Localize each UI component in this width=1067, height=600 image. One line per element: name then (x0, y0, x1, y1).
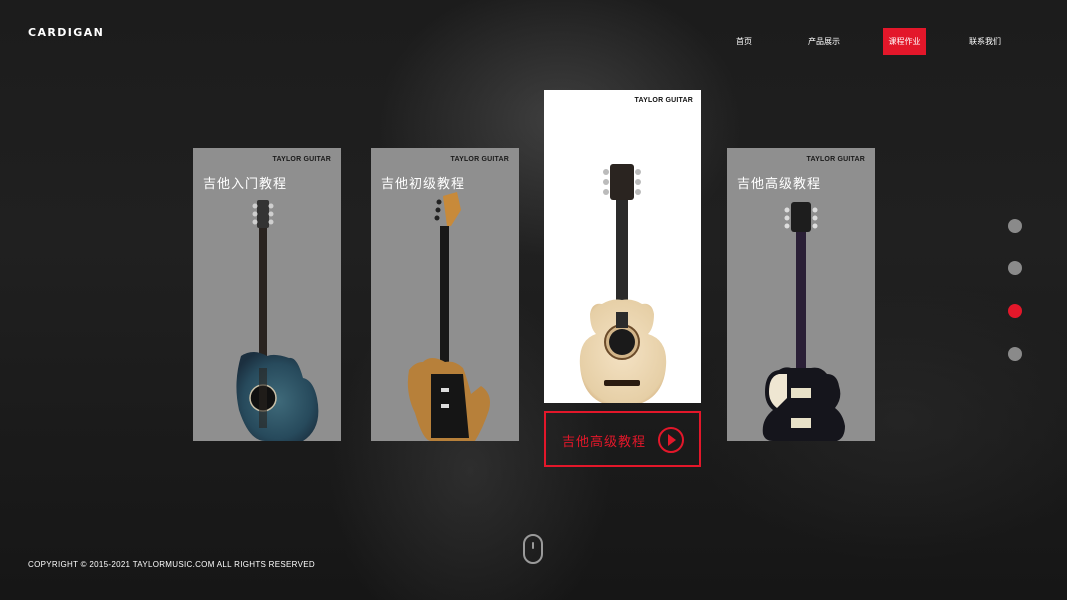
copyright-text: COPYRIGHT © 2015-2021 TAYLORMUSIC.COM AL… (28, 560, 315, 569)
pager-dot-2[interactable] (1008, 261, 1022, 275)
card-title: 吉他初级教程 (381, 177, 466, 192)
nav-item-home[interactable]: 首页 (726, 28, 762, 55)
card-brand: TAYLOR GUITAR (806, 156, 865, 163)
card-title: 吉他高级教程 (737, 177, 822, 192)
card-brand: TAYLOR GUITAR (272, 156, 331, 163)
course-card-elementary[interactable]: TAYLOR GUITAR 吉他初级教程 (371, 148, 519, 441)
play-course-label: 吉他高级教程 (562, 435, 647, 450)
card-brand: TAYLOR GUITAR (634, 97, 693, 104)
card-brand: TAYLOR GUITAR (450, 156, 509, 163)
nav-item-contact[interactable]: 联系我们 (961, 28, 1009, 55)
pager-dot-4[interactable] (1008, 347, 1022, 361)
main-nav: 首页 产品展示 课程作业 联系我们 (0, 28, 1067, 55)
card-title: 吉他入门教程 (203, 177, 288, 192)
hero-section: CARDIGAN 首页 产品展示 课程作业 联系我们 TAYLOR GUITAR (0, 0, 1067, 600)
play-course-button[interactable]: 吉他高级教程 (544, 411, 701, 467)
course-card-advanced[interactable]: TAYLOR GUITAR 吉他高级教程 (727, 148, 875, 441)
mouse-icon[interactable] (523, 534, 543, 564)
course-card-beginner[interactable]: TAYLOR GUITAR 吉他入门教程 (193, 148, 341, 441)
course-card-featured[interactable]: TAYLOR GUITAR (544, 90, 701, 403)
acoustic-guitar-icon (579, 164, 667, 403)
pager-dot-1[interactable] (1008, 219, 1022, 233)
pager-dot-3[interactable] (1008, 304, 1022, 318)
nav-item-courses[interactable]: 课程作业 (883, 28, 926, 55)
nav-item-products[interactable]: 产品展示 (800, 28, 848, 55)
play-icon (658, 427, 684, 453)
